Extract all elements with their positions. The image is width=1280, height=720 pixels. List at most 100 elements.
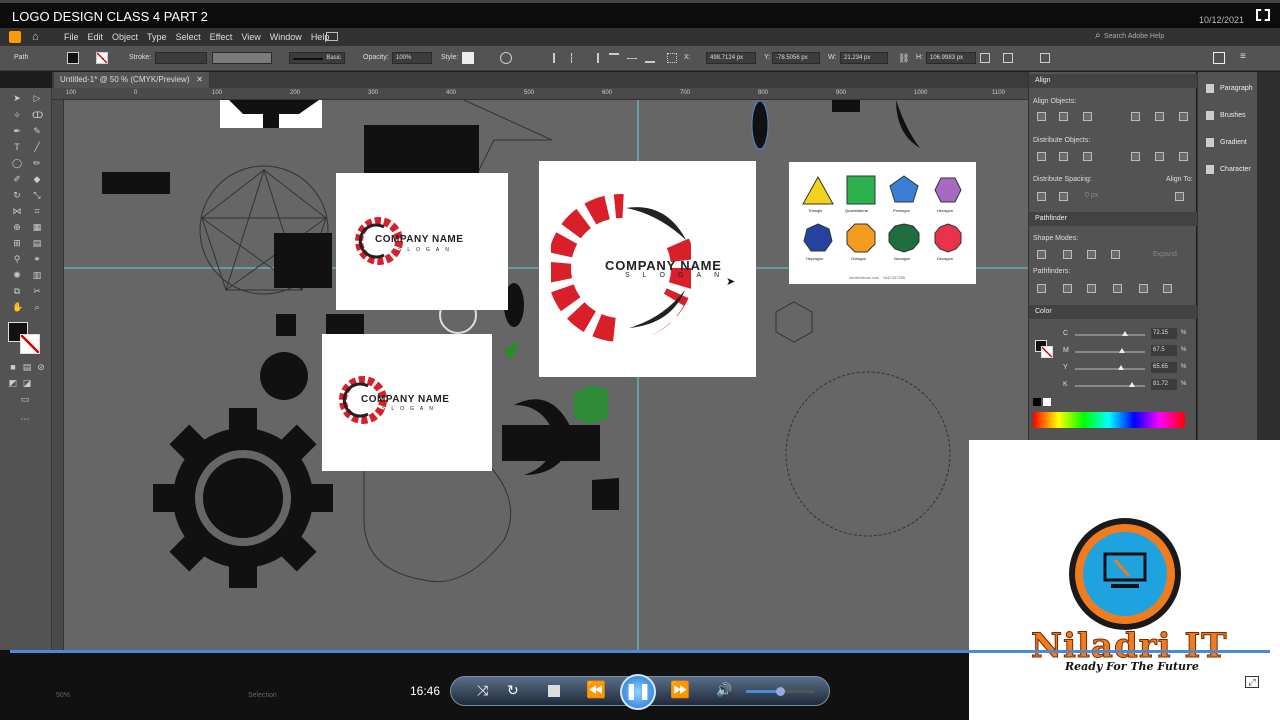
align-center-icon[interactable] <box>571 53 581 63</box>
minus-front-icon[interactable] <box>1063 250 1072 259</box>
transform-icon[interactable] <box>980 53 990 63</box>
intersect-icon[interactable] <box>1087 250 1096 259</box>
color-slider-c[interactable]: C 72.15% <box>1063 328 1193 342</box>
blend-tool-icon[interactable]: ⚭ <box>32 254 42 264</box>
color-slider-track[interactable] <box>1075 365 1145 370</box>
trim-icon[interactable] <box>1063 284 1072 293</box>
rotate-tool-icon[interactable]: ↻ <box>12 190 22 200</box>
menu-type[interactable]: Type <box>147 28 167 46</box>
y-field[interactable]: -78.5056 px <box>772 52 820 64</box>
dock-brushes[interactable]: Brushes <box>1202 105 1254 127</box>
gradient-tool-icon[interactable]: ▤ <box>32 238 42 248</box>
align-right-object-icon[interactable] <box>1083 112 1092 121</box>
expand-button[interactable]: Expand <box>1153 251 1177 258</box>
workspace-icon[interactable] <box>326 32 338 41</box>
screen-mode-icon[interactable]: ◪ <box>22 378 32 388</box>
previous-button[interactable]: ⏪ <box>586 680 606 700</box>
color-value-field[interactable]: 81.72 <box>1151 379 1177 390</box>
home-icon[interactable]: ⌂ <box>32 31 39 43</box>
align-vcenter-object-icon[interactable] <box>1155 112 1164 121</box>
change-screen-icon[interactable]: ▭ <box>20 394 30 404</box>
dock-paragraph[interactable]: Paragraph <box>1202 78 1254 100</box>
white-swatch[interactable] <box>1043 398 1051 406</box>
menu-effect[interactable]: Effect <box>210 28 233 46</box>
repeat-icon[interactable]: ↻ <box>507 682 519 699</box>
align-top-object-icon[interactable] <box>1131 112 1140 121</box>
align-left-object-icon[interactable] <box>1037 112 1046 121</box>
color-slider-knob[interactable] <box>1122 331 1129 336</box>
distribute-vcenter-icon[interactable] <box>1059 152 1068 161</box>
divide-icon[interactable] <box>1037 284 1046 293</box>
shape-builder-icon[interactable]: ⊕ <box>12 222 22 232</box>
align-to-select-icon[interactable] <box>1175 192 1184 201</box>
color-slider-knob[interactable] <box>1129 382 1136 387</box>
recolor-icon[interactable] <box>500 52 512 64</box>
spacing-vertical-icon[interactable] <box>1037 192 1046 201</box>
menu-object[interactable]: Object <box>112 28 138 46</box>
menu-edit[interactable]: Edit <box>88 28 104 46</box>
document-tab[interactable]: Untitled-1* @ 50 % (CMYK/Preview) ✕ <box>54 72 209 88</box>
more-tools-icon[interactable]: ⋯ <box>20 414 30 424</box>
black-swatch[interactable] <box>1033 398 1041 406</box>
fill-swatch[interactable] <box>67 52 79 64</box>
exclude-icon[interactable] <box>1111 250 1120 259</box>
search-icon[interactable]: ⌕ <box>1095 30 1101 41</box>
opacity-field[interactable]: 100% <box>392 52 432 64</box>
close-tab-icon[interactable]: ✕ <box>196 72 203 88</box>
main-logo-artboard[interactable]: COMPANY NAME SLOGAN ➤ <box>539 161 756 377</box>
pen-tool-icon[interactable]: ✒ <box>12 126 22 136</box>
color-mode-icon[interactable]: ■ <box>8 362 18 372</box>
menu-window[interactable]: Window <box>270 28 302 46</box>
free-transform-icon[interactable]: ⌗ <box>32 206 42 216</box>
align-hcenter-object-icon[interactable] <box>1059 112 1068 121</box>
shuffle-icon[interactable]: ⤨ <box>477 682 488 699</box>
constrain-link-icon[interactable]: ⛓ <box>898 53 909 64</box>
none-mode-icon[interactable]: ⊘ <box>36 362 46 372</box>
direct-selection-tool-icon[interactable]: ▷ <box>32 93 42 103</box>
brush-definition-select[interactable]: Basic <box>289 52 345 64</box>
distribute-bottom-icon[interactable] <box>1083 152 1092 161</box>
h-field[interactable]: 106.9983 px <box>926 52 976 64</box>
pause-button[interactable]: ❚❚ <box>620 674 656 710</box>
minus-back-icon[interactable] <box>1163 284 1172 293</box>
color-slider-knob[interactable] <box>1118 365 1125 370</box>
w-field[interactable]: 21.234 px <box>840 52 888 64</box>
outline-icon[interactable] <box>1139 284 1148 293</box>
hand-tool-icon[interactable]: ✋ <box>12 302 23 312</box>
vertical-ruler[interactable] <box>52 100 64 698</box>
gradient-mode-icon[interactable]: ▤ <box>22 362 32 372</box>
graph-tool-icon[interactable]: ▥ <box>32 270 42 280</box>
color-slider-m[interactable]: M 67.5% <box>1063 345 1193 359</box>
spacing-horizontal-icon[interactable] <box>1059 192 1068 201</box>
expand-player-icon[interactable]: ⤢ <box>1245 676 1259 688</box>
color-slider-track[interactable] <box>1075 382 1145 387</box>
logo-artboard-1[interactable]: COMPANY NAME SLOGAN <box>336 173 508 310</box>
next-button[interactable]: ⏩ <box>670 680 690 700</box>
distribute-top-icon[interactable] <box>1037 152 1046 161</box>
spectrum-bar[interactable] <box>1033 412 1185 428</box>
align-bottom-object-icon[interactable] <box>1179 112 1188 121</box>
dock-gradient[interactable]: Gradient <box>1202 132 1254 154</box>
scale-tool-icon[interactable]: ⤡ <box>32 190 42 200</box>
zoom-tool-icon[interactable]: ⌕ <box>32 302 42 312</box>
volume-slider[interactable] <box>746 687 814 696</box>
paintbrush-tool-icon[interactable]: ✏ <box>32 158 42 168</box>
distribute-hcenter-icon[interactable] <box>1155 152 1164 161</box>
distribute-left-icon[interactable] <box>1131 152 1140 161</box>
x-field[interactable]: 498.7124 px <box>706 52 756 64</box>
align-left-icon[interactable] <box>553 53 563 63</box>
logo-artboard-2[interactable]: COMPANY NAME SLOGAN <box>322 334 492 471</box>
type-tool-icon[interactable]: T <box>12 142 22 152</box>
color-value-field[interactable]: 65.65 <box>1151 362 1177 373</box>
color-slider-track[interactable] <box>1075 348 1145 353</box>
artboard-canvas[interactable]: COMPANY NAME SLOGAN COMPANY NAME SLOGAN … <box>64 100 1028 698</box>
align-right-icon[interactable] <box>589 53 599 63</box>
stroke-color-icon[interactable] <box>20 334 40 354</box>
color-value-field[interactable]: 72.15 <box>1151 328 1177 339</box>
color-slider-knob[interactable] <box>1119 348 1126 353</box>
perspective-grid-icon[interactable]: ▦ <box>32 222 42 232</box>
unite-icon[interactable] <box>1037 250 1046 259</box>
arrange-documents-icon[interactable] <box>1213 52 1225 64</box>
merge-icon[interactable] <box>1087 284 1096 293</box>
align-top-icon[interactable] <box>609 53 619 63</box>
